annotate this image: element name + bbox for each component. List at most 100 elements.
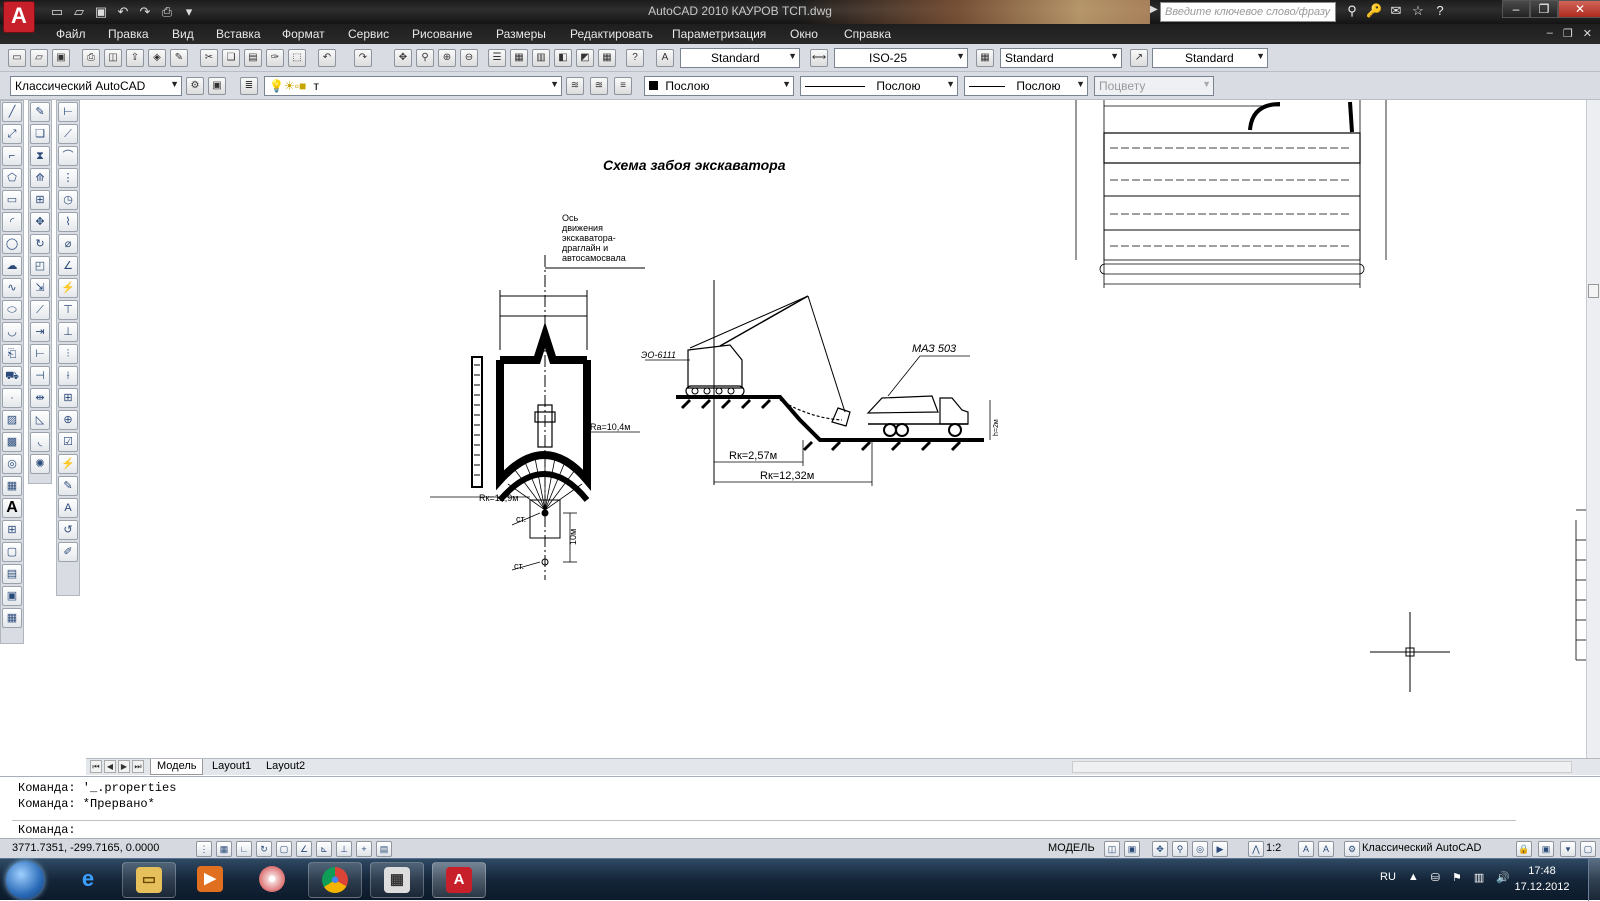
- qnew-icon[interactable]: ▭: [8, 49, 26, 67]
- mleader-style-select[interactable]: Standard ▼: [1152, 48, 1268, 68]
- command-input-bar[interactable]: Команда:: [12, 820, 1516, 838]
- dim-break-icon[interactable]: ⟊: [58, 366, 78, 386]
- annotation-visibility-icon[interactable]: A: [1298, 841, 1314, 857]
- redo-icon[interactable]: ↷: [136, 3, 154, 21]
- showmotion-icon[interactable]: ▶: [1212, 841, 1228, 857]
- ortho-icon[interactable]: ∟: [236, 841, 252, 857]
- tool-palettes-icon[interactable]: ▥: [532, 49, 550, 67]
- tray-arrow-icon[interactable]: ▲: [1408, 871, 1419, 884]
- construction-line-icon[interactable]: ⤢: [2, 124, 22, 144]
- open-icon[interactable]: ▱: [70, 3, 88, 21]
- markup-icon[interactable]: ◩: [576, 49, 594, 67]
- new-icon[interactable]: ▭: [48, 3, 66, 21]
- move-icon[interactable]: ✥: [30, 212, 50, 232]
- save-icon[interactable]: ▣: [52, 49, 70, 67]
- favorites-icon[interactable]: ☆: [1410, 3, 1426, 19]
- tab-layout2[interactable]: Layout2: [260, 759, 311, 775]
- publish-icon[interactable]: ⇪: [126, 49, 144, 67]
- vertical-scrollbar[interactable]: [1586, 100, 1600, 758]
- steeringwheel-icon[interactable]: ◎: [1192, 841, 1208, 857]
- dim-style-icon[interactable]: ⟷: [810, 49, 828, 67]
- taskbar-explorer[interactable]: ▭: [122, 862, 176, 898]
- language-indicator[interactable]: RU: [1380, 871, 1396, 884]
- sheetset-icon[interactable]: ◧: [554, 49, 572, 67]
- arc-length-icon[interactable]: ⌒: [58, 146, 78, 166]
- autoscale-icon[interactable]: A: [1318, 841, 1334, 857]
- search-input[interactable]: Введите ключевое слово/фразу: [1160, 2, 1336, 22]
- continue-icon[interactable]: ⊥: [58, 322, 78, 342]
- make-current-layer-icon[interactable]: ≋: [566, 77, 584, 95]
- close-button[interactable]: ✕: [1558, 0, 1600, 18]
- lock-icon[interactable]: 🔒: [1516, 841, 1532, 857]
- pan-icon[interactable]: ✥: [394, 49, 412, 67]
- array-icon[interactable]: ⊞: [30, 190, 50, 210]
- viewport-icon[interactable]: ▢: [2, 542, 22, 562]
- text-style-icon[interactable]: A: [656, 49, 674, 67]
- cut-icon[interactable]: ✂: [200, 49, 218, 67]
- menu-window[interactable]: Окно: [790, 27, 818, 41]
- minimize-button[interactable]: –: [1502, 0, 1530, 18]
- linetype-select[interactable]: Послою ▼: [800, 76, 958, 96]
- revcloud-icon[interactable]: ☁: [2, 256, 22, 276]
- autocad-logo-icon[interactable]: A: [3, 1, 35, 33]
- menu-edit[interactable]: Правка: [108, 27, 149, 41]
- menu-help[interactable]: Справка: [844, 27, 891, 41]
- erase-icon[interactable]: ✎: [30, 102, 50, 122]
- communication-icon[interactable]: ✉: [1388, 3, 1404, 19]
- plotstyle-select[interactable]: Поцвету ▼: [1094, 76, 1214, 96]
- quick-properties-icon[interactable]: ▤: [376, 841, 392, 857]
- subscription-icon[interactable]: 🔑: [1366, 3, 1382, 19]
- dim-update-icon[interactable]: ↺: [58, 520, 78, 540]
- radius-icon[interactable]: ◷: [58, 190, 78, 210]
- annotation-scale-icon[interactable]: ⋀: [1248, 841, 1264, 857]
- zoom-status-icon[interactable]: ⚲: [1172, 841, 1188, 857]
- dim-edit-icon[interactable]: ✎: [58, 476, 78, 496]
- save-icon[interactable]: ▣: [92, 3, 110, 21]
- linear-dim-icon[interactable]: ⊢: [58, 102, 78, 122]
- undo-icon[interactable]: ↶: [114, 3, 132, 21]
- maximize-button[interactable]: ❐: [1530, 0, 1558, 18]
- polar-icon[interactable]: ↻: [256, 841, 272, 857]
- layer-state-icon[interactable]: ≡: [614, 77, 632, 95]
- start-button[interactable]: [6, 861, 44, 899]
- taskbar-app[interactable]: ●: [246, 862, 300, 898]
- workspace-status-label[interactable]: Классический AutoCAD: [1362, 842, 1481, 854]
- gradient-icon[interactable]: ▩: [2, 432, 22, 452]
- angular-icon[interactable]: ∠: [58, 256, 78, 276]
- baseline-icon[interactable]: ⊤: [58, 300, 78, 320]
- region-icon[interactable]: ◎: [2, 454, 22, 474]
- image-icon[interactable]: ▣: [2, 586, 22, 606]
- designcenter-icon[interactable]: ▦: [510, 49, 528, 67]
- tab-layout1[interactable]: Layout1: [206, 759, 257, 775]
- first-tab-icon[interactable]: ⏮: [90, 760, 102, 773]
- ole-icon[interactable]: ▦: [2, 608, 22, 628]
- arc-icon[interactable]: ◜: [2, 212, 22, 232]
- tab-model[interactable]: Модель: [150, 759, 204, 775]
- polygon-icon[interactable]: ⬠: [2, 168, 22, 188]
- dim-style-select[interactable]: ISO-25 ▼: [834, 48, 968, 68]
- make-block-icon[interactable]: ⛟: [2, 366, 22, 386]
- osnap-icon[interactable]: ▢: [276, 841, 292, 857]
- taskbar-ie[interactable]: e: [62, 862, 116, 898]
- jogged-linear-icon[interactable]: ⚡: [58, 454, 78, 474]
- clock[interactable]: 17:48 17.12.2012: [1512, 863, 1572, 895]
- undo-icon[interactable]: ↶: [318, 49, 336, 67]
- last-tab-icon[interactable]: ⏭: [132, 760, 144, 773]
- prev-tab-icon[interactable]: ◀: [104, 760, 116, 773]
- next-tab-icon[interactable]: ▶: [118, 760, 130, 773]
- otrack-icon[interactable]: ∠: [296, 841, 312, 857]
- dim-space-icon[interactable]: ⫶: [58, 344, 78, 364]
- dim-text-edit-icon[interactable]: A: [58, 498, 78, 518]
- chamfer-icon[interactable]: ◺: [30, 410, 50, 430]
- model-space-button[interactable]: МОДЕЛЬ: [1048, 842, 1095, 854]
- circle-icon[interactable]: ◯: [2, 234, 22, 254]
- doc-restore-icon[interactable]: ❐: [1563, 27, 1573, 40]
- snap-mode-icon[interactable]: ⋮: [196, 841, 212, 857]
- binoculars-icon[interactable]: ⚲: [1344, 3, 1360, 19]
- dim-style-icon[interactable]: ✐: [58, 542, 78, 562]
- mleader-style-icon[interactable]: ↗: [1130, 49, 1148, 67]
- ordinate-icon[interactable]: ⋮: [58, 168, 78, 188]
- stretch-icon[interactable]: ⇲: [30, 278, 50, 298]
- copy-icon[interactable]: ❏: [222, 49, 240, 67]
- line-icon[interactable]: ╱: [2, 102, 22, 122]
